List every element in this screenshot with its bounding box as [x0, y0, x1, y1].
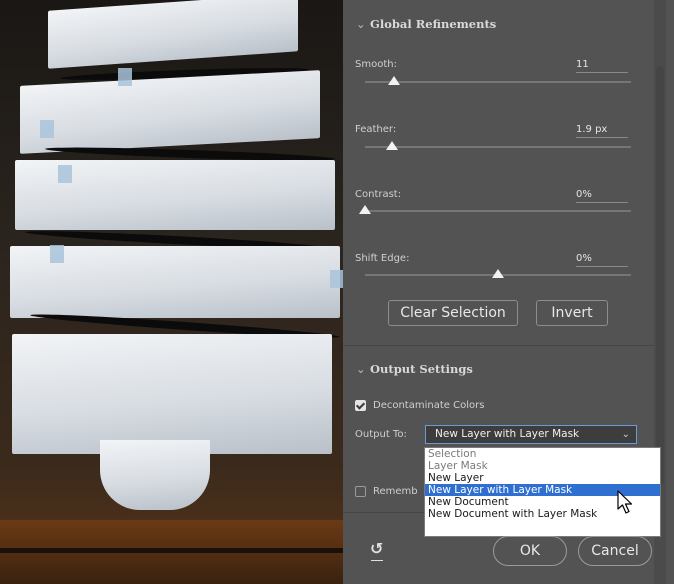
shift-edge-label: Shift Edge:	[355, 253, 410, 264]
feather-slider-track[interactable]	[365, 146, 631, 148]
chevron-down-icon: ⌄	[356, 17, 366, 31]
remember-settings-checkbox[interactable]	[355, 486, 366, 497]
global-refinements-header[interactable]: ⌄ Global Refinements	[356, 17, 496, 31]
tape-mark	[330, 270, 343, 288]
cancel-button[interactable]: Cancel	[578, 536, 652, 566]
section-divider	[343, 345, 654, 346]
image-canvas[interactable]	[0, 0, 343, 584]
decontaminate-colors-checkbox[interactable]	[355, 400, 366, 411]
tape-mark	[118, 68, 132, 86]
decontaminate-colors-label[interactable]: Decontaminate Colors	[373, 400, 484, 411]
reset-icon[interactable]: ↺	[370, 539, 384, 561]
feather-value-field[interactable]: 1.9 px	[576, 124, 628, 138]
contrast-value-field[interactable]: 0%	[576, 189, 628, 203]
shift-edge-slider-thumb[interactable]	[492, 269, 504, 278]
remember-settings-label[interactable]: Rememb	[373, 486, 418, 497]
smooth-slider-track[interactable]	[365, 81, 631, 83]
sail-shape	[48, 0, 298, 69]
panel-scrollbar-thumb[interactable]	[656, 66, 664, 486]
shift-edge-value-field[interactable]: 0%	[576, 253, 628, 267]
feather-label: Feather:	[355, 124, 397, 135]
chevron-down-icon: ⌄	[621, 429, 630, 440]
sail-shape	[12, 334, 332, 454]
contrast-slider-track[interactable]	[365, 210, 631, 212]
ship-rail-line	[0, 548, 343, 553]
ok-button[interactable]: OK	[493, 536, 567, 566]
output-settings-header[interactable]: ⌄ Output Settings	[356, 362, 473, 376]
tape-mark	[50, 245, 64, 263]
output-option-selection: Selection	[428, 448, 477, 460]
smooth-slider-thumb[interactable]	[388, 76, 401, 85]
output-to-select[interactable]: New Layer with Layer Mask ⌄	[425, 425, 637, 444]
feather-slider-thumb[interactable]	[385, 141, 398, 150]
output-option-layer-mask: Layer Mask	[428, 460, 488, 472]
output-option-new-layer[interactable]: New Layer	[425, 472, 660, 484]
sail-shape	[20, 70, 320, 154]
clear-selection-button[interactable]: Clear Selection	[388, 300, 518, 326]
chevron-down-icon: ⌄	[356, 362, 366, 376]
tape-mark	[58, 165, 72, 183]
smooth-label: Smooth:	[355, 59, 397, 70]
smooth-value-field[interactable]: 11	[576, 59, 628, 73]
mouse-cursor-icon	[617, 490, 633, 514]
output-to-selected-value: New Layer with Layer Mask	[435, 428, 580, 440]
contrast-slider-thumb[interactable]	[359, 205, 371, 214]
contrast-label: Contrast:	[355, 189, 402, 200]
invert-button[interactable]: Invert	[536, 300, 608, 326]
tape-mark	[40, 120, 54, 138]
output-to-label: Output To:	[355, 429, 407, 440]
sail-shape	[100, 440, 210, 510]
